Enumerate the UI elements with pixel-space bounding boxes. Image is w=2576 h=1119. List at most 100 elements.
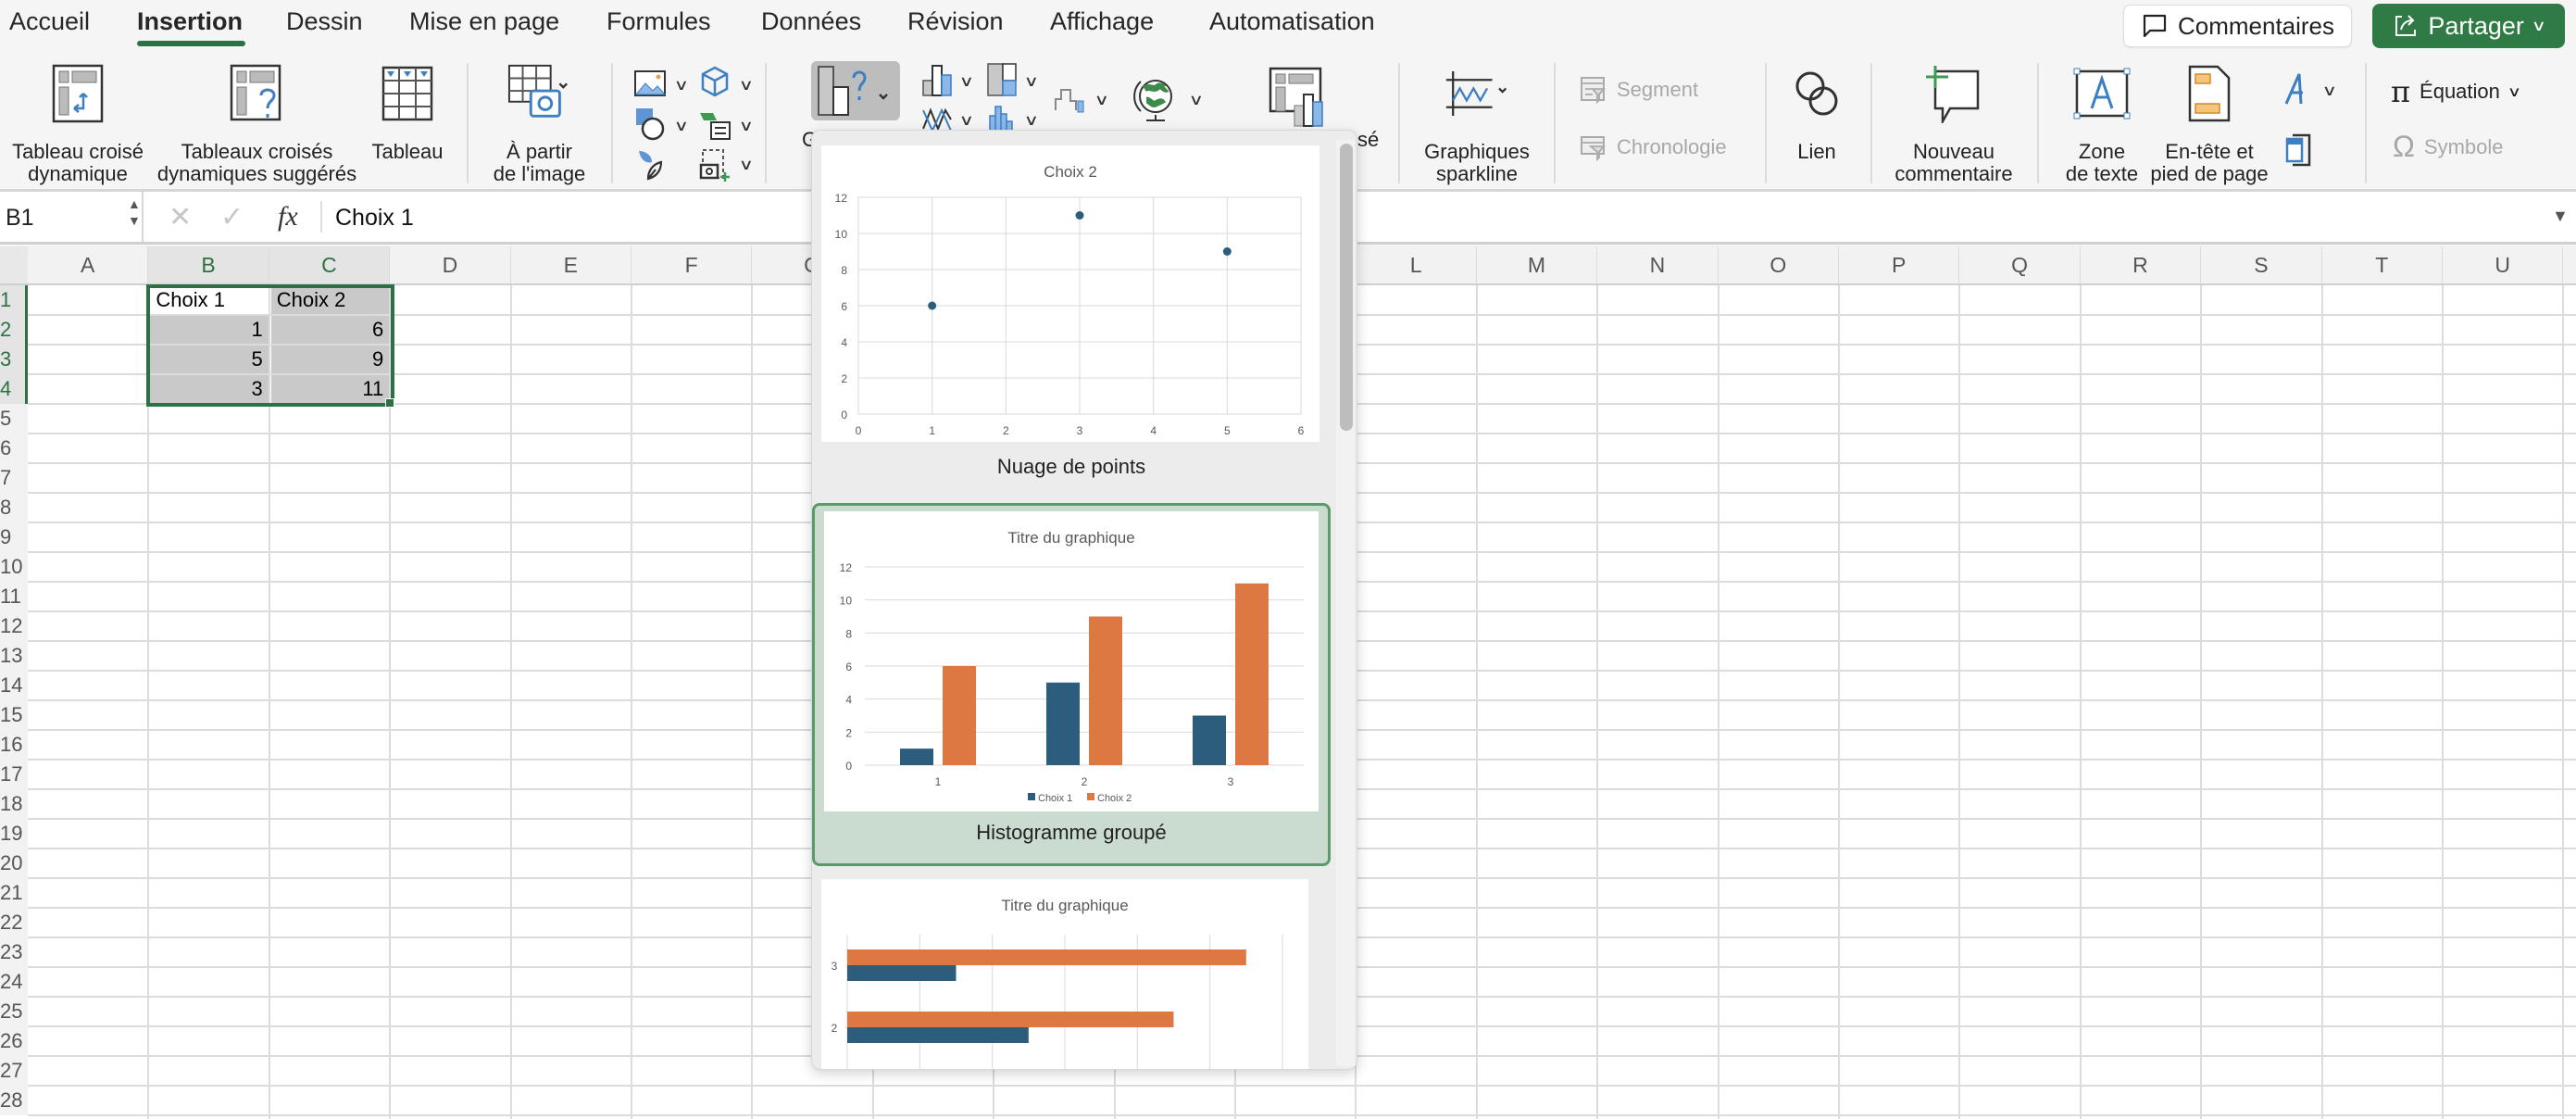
row-header-28[interactable]: 28 — [0, 1086, 28, 1115]
column-header-t[interactable]: T — [2322, 246, 2443, 283]
chevron-down-icon[interactable]: ∨ — [739, 76, 754, 94]
pictures-button[interactable] — [631, 65, 669, 102]
column-header-u[interactable]: U — [2443, 246, 2564, 283]
chevron-down-icon[interactable]: ∨ — [739, 156, 754, 174]
row-header-11[interactable]: 11 — [0, 582, 28, 611]
chevron-down-icon[interactable]: ∨ — [959, 72, 974, 91]
tab-revision[interactable]: Révision — [907, 7, 1004, 36]
row-header-15[interactable]: 15 — [0, 700, 28, 730]
row-header-3[interactable]: 3 — [0, 345, 28, 374]
row-header-16[interactable]: 16 — [0, 730, 28, 760]
shapes-button[interactable] — [631, 106, 669, 143]
row-header-8[interactable]: 8 — [0, 493, 28, 522]
row-header-7[interactable]: 7 — [0, 463, 28, 493]
row-header-18[interactable]: 18 — [0, 789, 28, 819]
cancel-icon[interactable]: ✕ — [169, 201, 192, 233]
chevron-down-icon[interactable]: ∨ — [739, 117, 754, 135]
tab-formules[interactable]: Formules — [606, 7, 711, 36]
timeline-button[interactable]: Chronologie — [1580, 133, 1727, 161]
column-header-n[interactable]: N — [1597, 246, 1719, 283]
column-header-e[interactable]: E — [511, 246, 631, 283]
enter-check-icon[interactable]: ✓ — [220, 201, 244, 233]
share-button[interactable]: Partager ∨ — [2372, 4, 2565, 48]
link-button[interactable]: Lien — [1776, 48, 1857, 163]
row-header-14[interactable]: 14 — [0, 671, 28, 700]
smartart-button[interactable] — [696, 106, 733, 143]
column-header-r[interactable]: R — [2081, 246, 2202, 283]
chevron-down-icon[interactable]: ∨ — [1024, 72, 1039, 91]
fx-icon[interactable]: fx — [278, 201, 298, 233]
column-header-p[interactable]: P — [1839, 246, 1960, 283]
formula-input[interactable]: Choix 1 — [335, 205, 414, 232]
slicer-button[interactable]: Segment — [1580, 76, 1698, 104]
waterfall-chart-button[interactable] — [1052, 80, 1089, 117]
row-header-13[interactable]: 13 — [0, 641, 28, 671]
column-header-o[interactable]: O — [1719, 246, 1839, 283]
row-header-22[interactable]: 22 — [0, 908, 28, 937]
tab-affichage[interactable]: Affichage — [1050, 7, 1154, 36]
sparklines-button[interactable]: Graphiques sparkline — [1407, 48, 1546, 185]
tab-automatisation[interactable]: Automatisation — [1209, 7, 1375, 36]
screenshot-button[interactable] — [696, 146, 733, 183]
row-header-21[interactable]: 21 — [0, 878, 28, 908]
chevron-down-icon[interactable]: ∨ — [1094, 91, 1109, 109]
chevron-down-icon[interactable]: ∨ — [674, 117, 689, 135]
column-header-a[interactable]: A — [28, 246, 149, 283]
column-header-m[interactable]: M — [1477, 246, 1598, 283]
fill-handle[interactable] — [385, 398, 394, 408]
name-box[interactable]: B1 ▲ ▼ — [0, 192, 144, 242]
symbol-button[interactable]: Ω Symbole — [2393, 130, 2504, 164]
chevron-down-icon[interactable]: ∨ — [1189, 91, 1204, 109]
from-image-button[interactable]: À partir de l'image — [481, 48, 597, 185]
hierarchy-chart-button[interactable] — [983, 61, 1020, 98]
row-header-6[interactable]: 6 — [0, 434, 28, 463]
chevron-down-icon[interactable]: ∨ — [959, 111, 974, 130]
icons-button[interactable] — [631, 146, 669, 183]
row-header-26[interactable]: 26 — [0, 1026, 28, 1056]
column-header-d[interactable]: D — [390, 246, 511, 283]
column-header-s[interactable]: S — [2201, 246, 2322, 283]
recommendation-clustered-column[interactable]: Titre du graphique 0 2 4 6 8 10 12 1 2 3 Choix 1 Cho… — [812, 503, 1331, 866]
comments-button[interactable]: Commentaires — [2123, 5, 2352, 47]
name-box-stepper-icon[interactable]: ▲ ▼ — [128, 195, 141, 229]
tab-insertion[interactable]: Insertion — [137, 7, 243, 36]
wordart-button[interactable] — [2278, 70, 2315, 107]
recommendation-scatter[interactable]: Choix 2 0 2 4 6 8 10 12 0 1 2 3 4 5 6 Nuage de points — [812, 138, 1331, 490]
chevron-down-icon[interactable]: ∨ — [1024, 111, 1039, 130]
row-header-20[interactable]: 20 — [0, 849, 28, 878]
tab-donnees[interactable]: Données — [761, 7, 861, 36]
textbox-button[interactable]: Zone de texte — [2056, 48, 2148, 185]
column-header-l[interactable]: L — [1356, 246, 1477, 283]
table-button[interactable]: Tableau — [366, 48, 449, 163]
tab-mise-en-page[interactable]: Mise en page — [409, 7, 559, 36]
row-header-24[interactable]: 24 — [0, 967, 28, 997]
recommendation-clustered-bar[interactable]: Titre du graphique 3 2 — [812, 872, 1331, 1069]
pivot-table-button[interactable]: Tableau croisé dynamique — [4, 48, 152, 185]
row-header-2[interactable]: 2 — [0, 315, 28, 345]
new-comment-button[interactable]: Nouveau commentaire — [1880, 48, 2028, 185]
header-footer-button[interactable]: En-tête et pied de page — [2145, 48, 2274, 185]
pivot-chart-button[interactable] — [1269, 67, 1326, 128]
row-header-27[interactable]: 27 — [0, 1056, 28, 1086]
suggested-pivot-tables-button[interactable]: Tableaux croisés dynamiques suggérés — [153, 48, 361, 185]
row-header-12[interactable]: 12 — [0, 611, 28, 641]
expand-formula-icon[interactable]: ▼ — [2552, 207, 2569, 226]
tab-dessin[interactable]: Dessin — [286, 7, 363, 36]
chevron-down-icon[interactable]: ∨ — [2322, 82, 2337, 100]
row-header-5[interactable]: 5 — [0, 404, 28, 434]
tab-accueil[interactable]: Accueil — [9, 7, 90, 36]
row-header-4[interactable]: 4 — [0, 374, 28, 404]
map-chart-button[interactable] — [1132, 74, 1178, 124]
row-header-1[interactable]: 1 — [0, 285, 28, 315]
scrollbar-thumb[interactable] — [1340, 144, 1353, 431]
chevron-down-icon[interactable]: ∨ — [674, 76, 689, 94]
select-all-corner[interactable] — [0, 246, 28, 283]
column-header-q[interactable]: Q — [1959, 246, 2081, 283]
3d-models-button[interactable] — [696, 63, 733, 100]
recommended-charts-button[interactable] — [811, 61, 900, 120]
row-header-19[interactable]: 19 — [0, 819, 28, 849]
column-chart-button[interactable] — [919, 61, 956, 98]
column-header-b[interactable]: B — [148, 246, 269, 283]
column-header-f[interactable]: F — [631, 246, 753, 283]
row-header-23[interactable]: 23 — [0, 937, 28, 967]
